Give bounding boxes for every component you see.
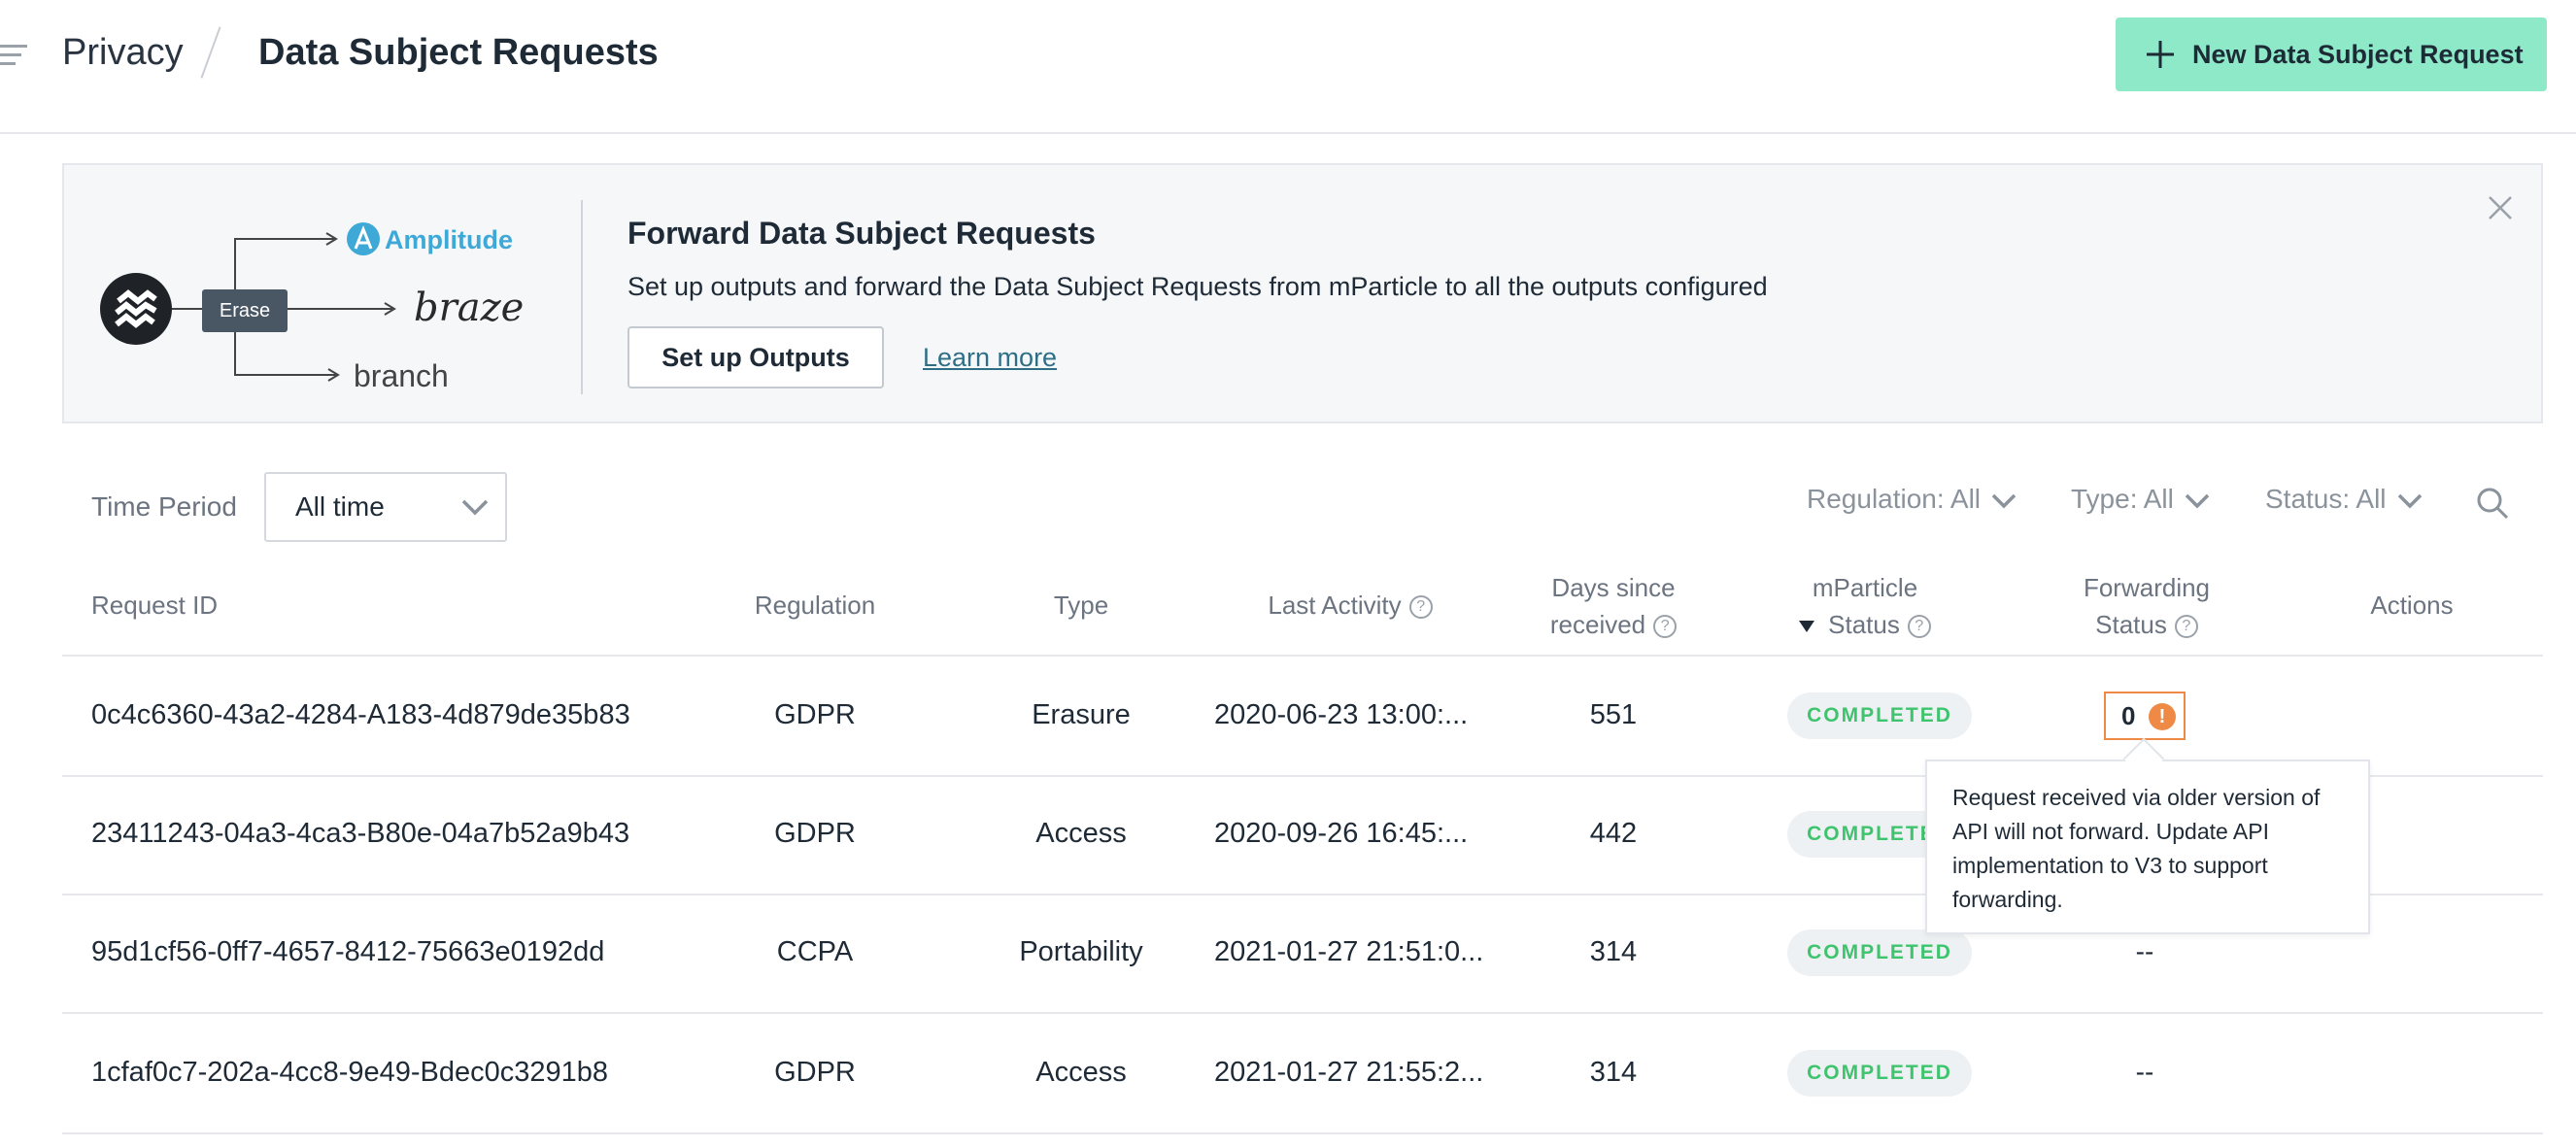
type-cell: Portability [1019, 936, 1143, 967]
braze-label: braze [414, 286, 524, 330]
banner-divider [581, 200, 583, 394]
new-data-subject-request-button[interactable]: New Data Subject Request [2116, 17, 2547, 91]
forwarding-status-cell: -- [2135, 1057, 2154, 1087]
days-header-line1: Days since [1551, 573, 1676, 602]
new-request-label: New Data Subject Request [2192, 40, 2524, 69]
status-badge: COMPLETED [1787, 1050, 1972, 1097]
type-cell: Access [1035, 1057, 1127, 1088]
last-activity-cell: 2020-06-23 13:00:... [1214, 699, 1469, 730]
status-filter[interactable]: Status: All [2265, 480, 2423, 519]
banner-title: Forward Data Subject Requests [627, 216, 1096, 251]
amplitude-label: Amplitude [385, 225, 513, 254]
chevron-down-icon [1991, 493, 2017, 509]
last-activity-label: Last Activity [1268, 591, 1402, 620]
column-header-actions: Actions [2370, 591, 2454, 620]
request-id-cell[interactable]: 23411243-04a3-4ca3-B80e-04a7b52a9b43 [91, 814, 629, 853]
breadcrumb-separator [200, 26, 221, 79]
branch-label: branch [354, 358, 449, 393]
forwarding-header-line2: Status [2095, 610, 2167, 639]
regulation-cell: GDPR [774, 818, 856, 849]
column-header-days-since-received[interactable]: Days since received? [1492, 569, 1735, 643]
regulation-cell: GDPR [774, 699, 856, 730]
type-cell: Access [1035, 818, 1127, 849]
days-header-line2: received [1549, 610, 1646, 639]
days-cell: 551 [1589, 699, 1638, 730]
forwarding-illustration: Erase Amplitude braze branch [100, 222, 524, 393]
help-icon[interactable]: ? [1653, 615, 1678, 639]
forwarding-status-cell: -- [2135, 936, 2154, 966]
page-header: Privacy Data Subject Requests New Data S… [0, 0, 2576, 134]
regulation-cell: CCPA [776, 936, 854, 967]
mparticle-logo-icon [100, 273, 172, 345]
page-title: Data Subject Requests [258, 32, 659, 73]
help-icon[interactable]: ? [2174, 615, 2198, 639]
search-icon[interactable] [2475, 486, 2510, 521]
last-activity-cell: 2021-01-27 21:51:0... [1214, 936, 1484, 967]
learn-more-link[interactable]: Learn more [923, 326, 1057, 388]
tooltip-text: Request received via older version of AP… [1952, 785, 2321, 912]
table-divider [62, 655, 2543, 657]
forwarding-tooltip: Request received via older version of AP… [1925, 760, 2370, 934]
sort-descending-icon[interactable] [1799, 621, 1815, 633]
regulation-cell: GDPR [774, 1057, 856, 1088]
chevron-down-icon [2185, 493, 2210, 509]
column-header-last-activity[interactable]: Last Activity? [1224, 587, 1476, 624]
help-icon[interactable]: ? [1907, 615, 1931, 639]
forwarding-header-line1: Forwarding [2083, 573, 2211, 602]
close-icon[interactable] [2487, 194, 2514, 221]
help-icon[interactable]: ? [1408, 595, 1433, 620]
time-period-value: All time [295, 491, 385, 522]
setup-outputs-button[interactable]: Set up Outputs [627, 326, 884, 388]
forward-banner: Erase Amplitude braze branch Forward Dat… [62, 163, 2543, 423]
status-badge: COMPLETED [1787, 692, 1972, 739]
table-divider [62, 1012, 2543, 1014]
plus-icon [2147, 41, 2174, 68]
request-id-cell[interactable]: 1cfaf0c7-202a-4cc8-9e49-Bdec0c3291b8 [91, 1053, 608, 1092]
last-activity-cell: 2020-09-26 16:45:... [1214, 818, 1469, 849]
time-period-label: Time Period [91, 491, 237, 522]
status-filter-label: Status: All [2265, 484, 2387, 514]
days-cell: 314 [1589, 936, 1638, 967]
banner-description: Set up outputs and forward the Data Subj… [627, 272, 1768, 301]
request-id-cell[interactable]: 0c4c6360-43a2-4284-A183-4d879de35b83 [91, 695, 630, 734]
mparticle-header-line2: Status [1828, 610, 1900, 639]
days-cell: 442 [1589, 818, 1638, 849]
column-header-forwarding-status[interactable]: Forwarding Status? [2040, 569, 2254, 643]
time-period-select[interactable]: All time [264, 472, 507, 542]
status-badge: COMPLETED [1787, 929, 1972, 976]
forwarding-status-indicator[interactable]: 0 ! [2104, 692, 2186, 740]
chevron-down-icon [2397, 493, 2422, 509]
type-cell: Erasure [1032, 699, 1131, 730]
warning-icon: ! [2149, 703, 2176, 730]
type-filter-label: Type: All [2071, 484, 2174, 514]
last-activity-cell: 2021-01-27 21:55:2... [1214, 1057, 1484, 1088]
mparticle-header-line1: mParticle [1812, 573, 1918, 602]
request-id-cell[interactable]: 95d1cf56-0ff7-4657-8412-75663e0192dd [91, 932, 604, 971]
regulation-filter-label: Regulation: All [1807, 484, 1982, 514]
days-cell: 314 [1589, 1057, 1638, 1088]
forwarding-count: 0 [2121, 701, 2136, 730]
type-filter[interactable]: Type: All [2071, 480, 2211, 519]
column-header-type[interactable]: Type [984, 587, 1178, 624]
regulation-filter[interactable]: Regulation: All [1807, 480, 2017, 519]
column-header-regulation[interactable]: Regulation [718, 587, 912, 624]
breadcrumb-privacy[interactable]: Privacy [62, 27, 184, 78]
erase-label: Erase [220, 300, 270, 321]
column-header-mparticle-status[interactable]: mParticle Status? [1768, 569, 1962, 643]
chevron-down-icon [461, 499, 489, 516]
table-divider [62, 1132, 2543, 1134]
column-header-request-id[interactable]: Request ID [91, 587, 218, 624]
menu-icon[interactable] [0, 43, 27, 68]
